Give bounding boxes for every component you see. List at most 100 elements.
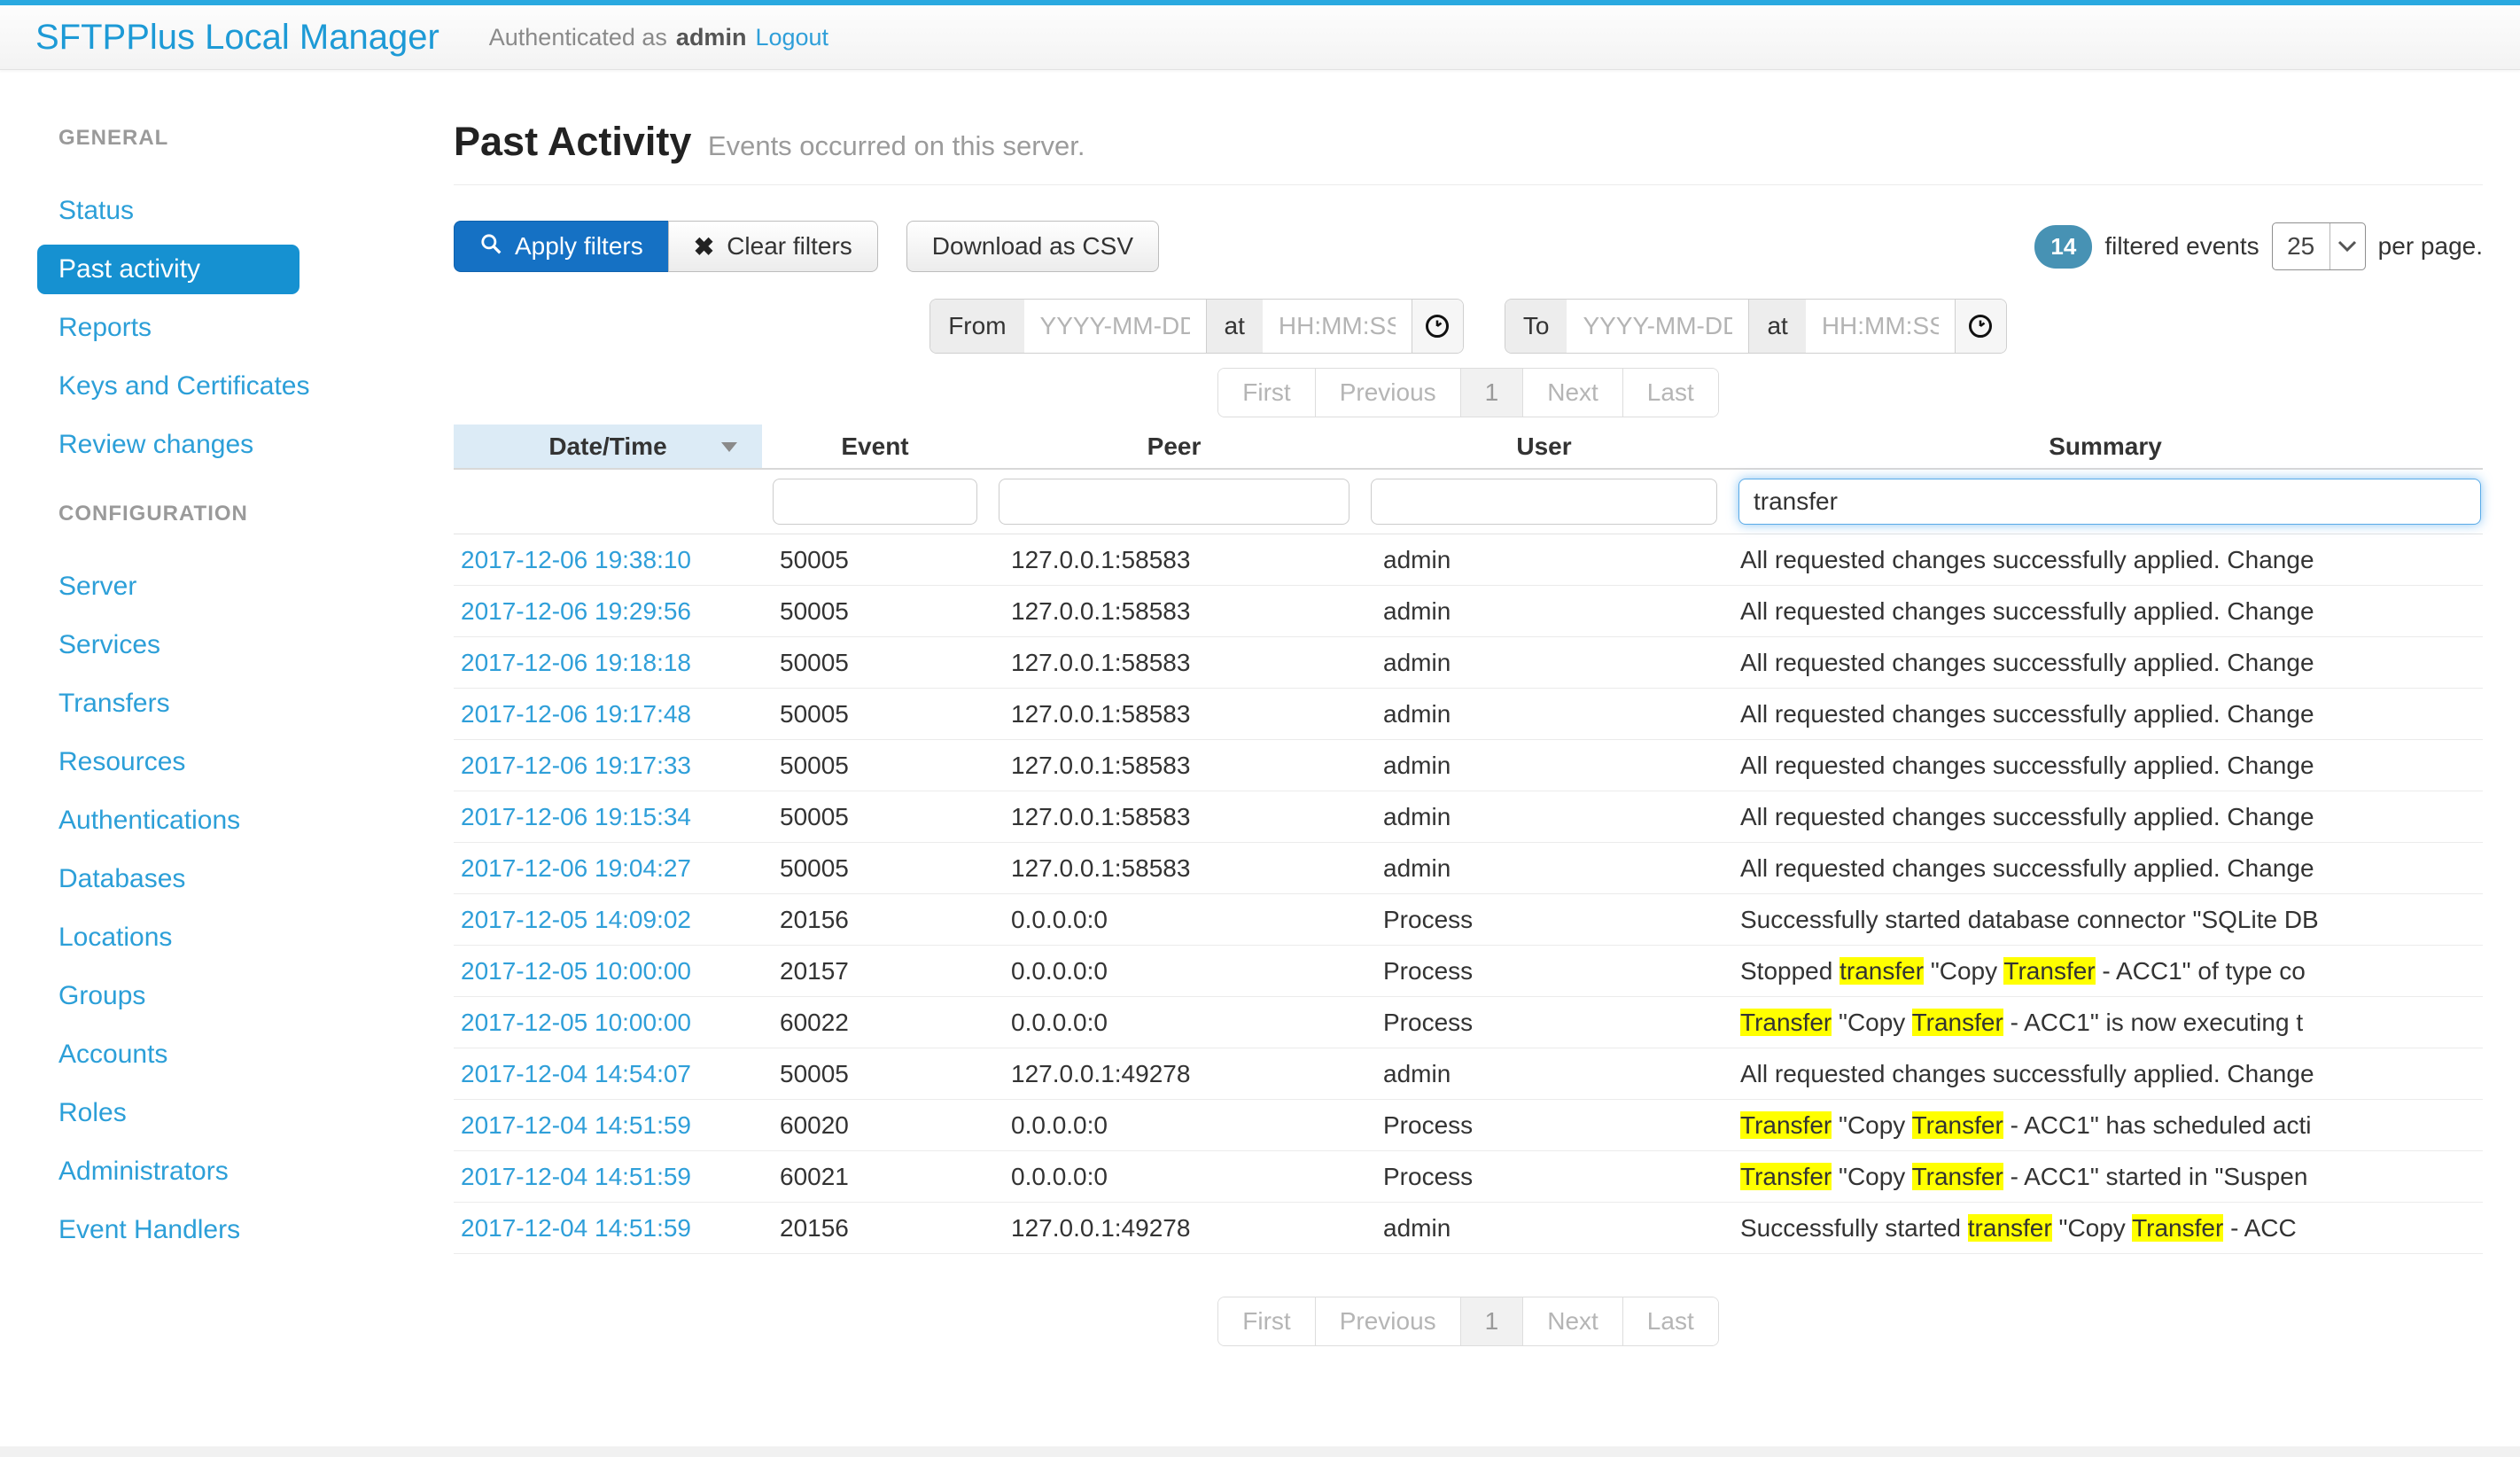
sidebar-item-authentications[interactable]: Authentications bbox=[37, 796, 276, 845]
clock-icon[interactable] bbox=[1955, 300, 2006, 353]
event-summary-cell: Transfer "Copy Transfer - ACC1" has sche… bbox=[1728, 1111, 2483, 1140]
event-datetime-link[interactable]: 2017-12-06 19:15:34 bbox=[461, 803, 691, 830]
event-user-cell: Process bbox=[1360, 906, 1728, 934]
logout-link[interactable]: Logout bbox=[755, 24, 828, 51]
event-summary-cell: All requested changes successfully appli… bbox=[1728, 700, 2483, 728]
event-user-cell: admin bbox=[1360, 1060, 1728, 1088]
event-datetime-link[interactable]: 2017-12-04 14:51:59 bbox=[461, 1111, 691, 1139]
sidebar-item-keys-and-certificates[interactable]: Keys and Certificates bbox=[37, 362, 345, 411]
table-row: 2017-12-06 19:04:27 50005 127.0.0.1:5858… bbox=[454, 843, 2483, 894]
sidebar-item-roles[interactable]: Roles bbox=[37, 1088, 162, 1138]
event-filter-input[interactable] bbox=[773, 479, 977, 525]
pagination-top: First Previous 1 Next Last bbox=[454, 368, 2483, 417]
to-label: To bbox=[1505, 300, 1567, 353]
event-user-cell: Process bbox=[1360, 1009, 1728, 1037]
pagination-next[interactable]: Next bbox=[1522, 1297, 1622, 1345]
event-id-cell: 20156 bbox=[762, 1214, 988, 1243]
to-date-input[interactable] bbox=[1567, 300, 1748, 353]
event-datetime-link[interactable]: 2017-12-05 10:00:00 bbox=[461, 1009, 691, 1036]
toolbar: Apply filters ✖ Clear filters Download a… bbox=[454, 221, 2483, 272]
per-page-label: per page. bbox=[2378, 232, 2483, 261]
pagination-last[interactable]: Last bbox=[1622, 369, 1718, 417]
to-time-input[interactable] bbox=[1806, 300, 1955, 353]
from-date-input[interactable] bbox=[1024, 300, 1206, 353]
event-summary-cell: Successfully started database connector … bbox=[1728, 906, 2483, 934]
from-datetime-group: From at bbox=[929, 299, 1464, 354]
chevron-down-icon bbox=[2329, 223, 2365, 269]
sidebar-item-administrators[interactable]: Administrators bbox=[37, 1147, 264, 1196]
pagination-page-1[interactable]: 1 bbox=[1460, 1297, 1523, 1345]
app-brand[interactable]: SFTPPlus Local Manager bbox=[35, 18, 439, 58]
table-row: 2017-12-04 14:51:59 20156 127.0.0.1:4927… bbox=[454, 1203, 2483, 1254]
event-datetime-link[interactable]: 2017-12-06 19:17:33 bbox=[461, 752, 691, 779]
clear-filters-label: Clear filters bbox=[727, 232, 852, 261]
sidebar-list: Server Services Transfers Resources Auth… bbox=[0, 562, 447, 1255]
event-summary-cell: All requested changes successfully appli… bbox=[1728, 649, 2483, 677]
sidebar: GENERAL Status Past activity Reports Key… bbox=[0, 71, 447, 1264]
event-datetime-link[interactable]: 2017-12-06 19:17:48 bbox=[461, 700, 691, 728]
sidebar-item-past-activity[interactable]: Past activity bbox=[37, 245, 299, 294]
event-summary-cell: All requested changes successfully appli… bbox=[1728, 597, 2483, 626]
sidebar-item-services[interactable]: Services bbox=[37, 620, 196, 670]
header-divider bbox=[454, 184, 2483, 185]
filtered-count-badge: 14 bbox=[2034, 225, 2092, 269]
sidebar-item-databases[interactable]: Databases bbox=[37, 854, 221, 904]
event-summary-cell: Stopped transfer "Copy Transfer - ACC1" … bbox=[1728, 957, 2483, 986]
from-time-input[interactable] bbox=[1263, 300, 1412, 353]
sidebar-item-status[interactable]: Status bbox=[37, 186, 169, 236]
to-datetime-group: To at bbox=[1505, 299, 2007, 354]
sort-desc-icon bbox=[721, 442, 737, 452]
pagination-first[interactable]: First bbox=[1218, 369, 1314, 417]
highlighted-match: Transfer bbox=[1912, 1111, 2003, 1139]
sidebar-item-server[interactable]: Server bbox=[37, 562, 172, 612]
event-peer-cell: 127.0.0.1:49278 bbox=[988, 1214, 1360, 1243]
per-page-value: 25 bbox=[2273, 223, 2329, 269]
event-datetime-link[interactable]: 2017-12-06 19:04:27 bbox=[461, 854, 691, 882]
apply-filters-button[interactable]: Apply filters bbox=[454, 221, 669, 272]
summary-filter-input[interactable] bbox=[1738, 479, 2481, 525]
highlighted-match: Transfer bbox=[1740, 1111, 1832, 1139]
event-datetime-link[interactable]: 2017-12-06 19:29:56 bbox=[461, 597, 691, 625]
event-datetime-link[interactable]: 2017-12-05 14:09:02 bbox=[461, 906, 691, 933]
sidebar-item-transfers[interactable]: Transfers bbox=[37, 679, 206, 728]
download-csv-label: Download as CSV bbox=[932, 232, 1133, 261]
table-row: 2017-12-04 14:51:59 60021 0.0.0.0:0 Proc… bbox=[454, 1151, 2483, 1203]
pagination-page-1[interactable]: 1 bbox=[1460, 369, 1523, 417]
event-user-cell: Process bbox=[1360, 957, 1728, 986]
sidebar-section: GENERAL Status Past activity Reports Key… bbox=[0, 126, 447, 470]
event-datetime-link[interactable]: 2017-12-04 14:54:07 bbox=[461, 1060, 691, 1087]
sidebar-item-locations[interactable]: Locations bbox=[37, 913, 207, 962]
clear-filters-button[interactable]: ✖ Clear filters bbox=[668, 221, 878, 272]
sidebar-item-groups[interactable]: Groups bbox=[37, 971, 181, 1021]
column-header-datetime[interactable]: Date/Time bbox=[454, 425, 762, 468]
event-datetime-link[interactable]: 2017-12-04 14:51:59 bbox=[461, 1163, 691, 1190]
peer-filter-input[interactable] bbox=[999, 479, 1349, 525]
sidebar-item-review-changes[interactable]: Review changes bbox=[37, 420, 289, 470]
clock-icon[interactable] bbox=[1412, 300, 1463, 353]
pagination-next[interactable]: Next bbox=[1522, 369, 1622, 417]
event-datetime-link[interactable]: 2017-12-06 19:38:10 bbox=[461, 546, 691, 573]
table-row: 2017-12-05 14:09:02 20156 0.0.0.0:0 Proc… bbox=[454, 894, 2483, 946]
event-datetime-link[interactable]: 2017-12-05 10:00:00 bbox=[461, 957, 691, 985]
download-csv-button[interactable]: Download as CSV bbox=[906, 221, 1159, 272]
sidebar-item-resources[interactable]: Resources bbox=[37, 737, 221, 787]
pagination-previous[interactable]: Previous bbox=[1315, 1297, 1460, 1345]
pagination-last[interactable]: Last bbox=[1622, 1297, 1718, 1345]
pagination-first[interactable]: First bbox=[1218, 1297, 1314, 1345]
event-datetime-link[interactable]: 2017-12-04 14:51:59 bbox=[461, 1214, 691, 1242]
sidebar-item-reports[interactable]: Reports bbox=[37, 303, 187, 353]
sidebar-item-accounts[interactable]: Accounts bbox=[37, 1030, 203, 1079]
column-header-summary: Summary bbox=[1728, 432, 2483, 461]
highlighted-match: Transfer bbox=[1740, 1163, 1832, 1190]
event-datetime-link[interactable]: 2017-12-06 19:18:18 bbox=[461, 649, 691, 676]
per-page-select[interactable]: 25 bbox=[2272, 222, 2366, 270]
from-at-label: at bbox=[1206, 300, 1263, 353]
event-peer-cell: 127.0.0.1:49278 bbox=[988, 1060, 1360, 1088]
event-id-cell: 50005 bbox=[762, 597, 988, 626]
table-row: 2017-12-05 10:00:00 20157 0.0.0.0:0 Proc… bbox=[454, 946, 2483, 997]
pagination-previous[interactable]: Previous bbox=[1315, 369, 1460, 417]
user-filter-input[interactable] bbox=[1371, 479, 1717, 525]
apply-filters-label: Apply filters bbox=[515, 232, 643, 261]
event-peer-cell: 0.0.0.0:0 bbox=[988, 906, 1360, 934]
sidebar-item-event-handlers[interactable]: Event Handlers bbox=[37, 1205, 276, 1255]
